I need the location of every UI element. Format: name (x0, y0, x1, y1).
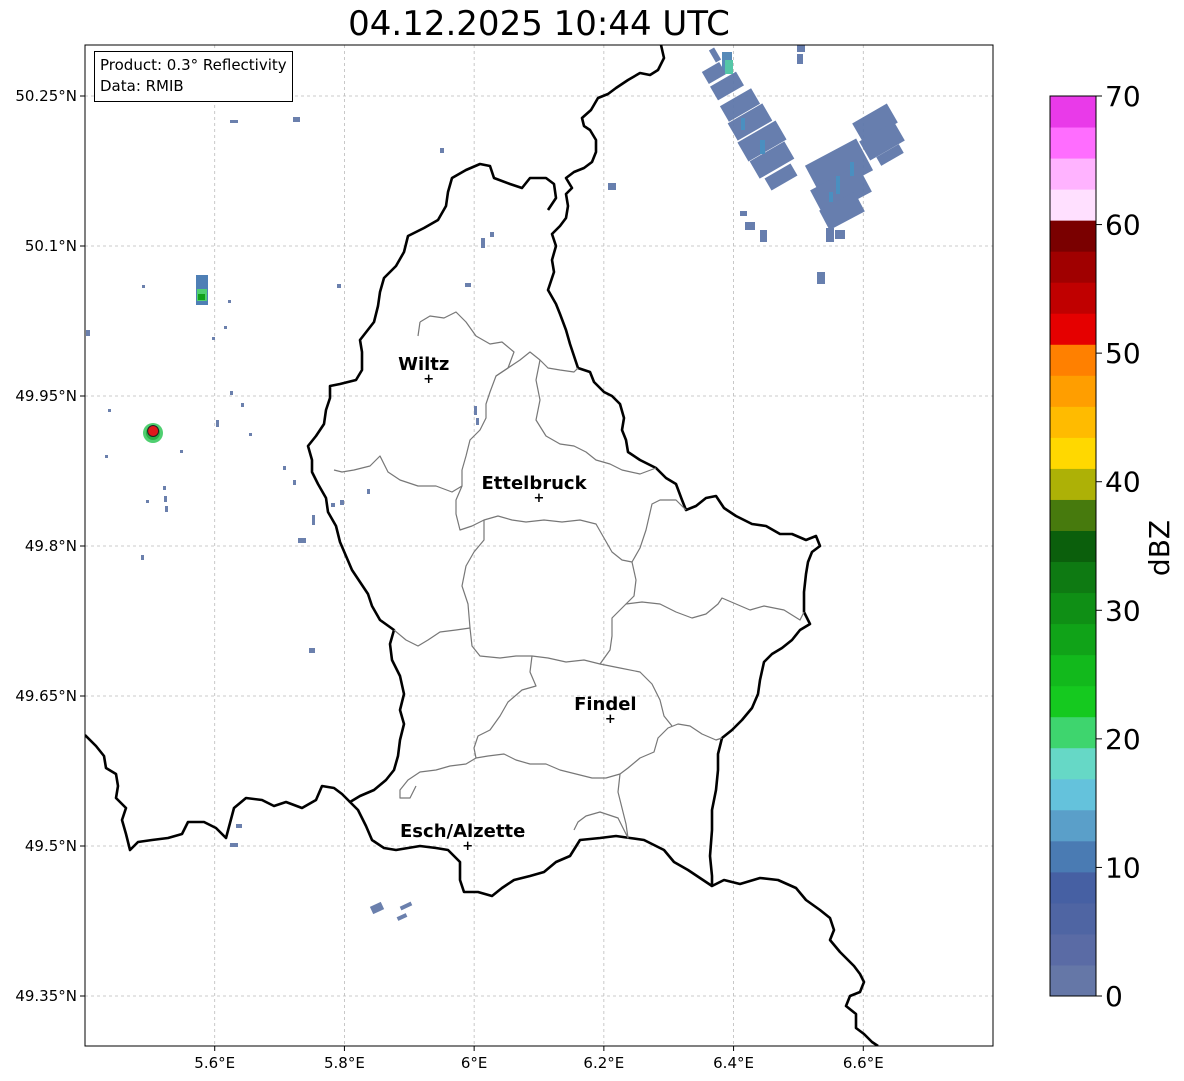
city-label: Wiltz (398, 354, 449, 375)
colorbar-segment (1050, 499, 1096, 531)
y-tick-label: 49.35°N (15, 987, 77, 1005)
colorbar-segment (1050, 530, 1096, 563)
colorbar-segment (1050, 313, 1096, 345)
colorbar-segment (1050, 592, 1096, 625)
colorbar: 0 10 20 30 40 50 60 70 (1049, 80, 1141, 1013)
city-label: Findel (574, 694, 637, 715)
colorbar-tick-label: 30 (1105, 594, 1141, 627)
colorbar-segment (1050, 468, 1096, 500)
colorbar-segment (1050, 96, 1096, 128)
colorbar-segment (1050, 158, 1096, 190)
colorbar-segment (1050, 747, 1096, 780)
colorbar-segment (1050, 840, 1096, 873)
colorbar-label: dBZ (1143, 520, 1176, 576)
colorbar-tick-label: 0 (1105, 980, 1123, 1013)
colorbar-segment (1050, 437, 1096, 469)
product-info-box: Product: 0.3° Reflectivity Data: RMIB (94, 51, 293, 102)
colorbar-segment (1050, 933, 1096, 966)
colorbar-tick-label: 10 (1105, 851, 1141, 884)
x-axis: 5.6°E 5.8°E 6°E 6.2°E 6.4°E 6.6°E (194, 1046, 884, 1072)
colorbar-segment (1050, 561, 1096, 594)
product-label: Product: 0.3° Reflectivity (100, 56, 287, 74)
colorbar-segment (1050, 127, 1096, 159)
x-tick-label: 6.6°E (843, 1054, 884, 1072)
y-tick-label: 49.65°N (15, 687, 77, 705)
colorbar-segment (1050, 282, 1096, 314)
colorbar-tick-label: 70 (1105, 80, 1141, 113)
city-label: Ettelbruck (481, 473, 587, 494)
y-tick-label: 50.25°N (15, 87, 77, 105)
x-tick-label: 6°E (461, 1054, 488, 1072)
colorbar-segment (1050, 344, 1096, 376)
y-tick-label: 50.1°N (25, 237, 77, 255)
y-tick-label: 49.8°N (25, 537, 77, 555)
colorbar-segment (1050, 716, 1096, 749)
y-tick-label: 49.5°N (25, 837, 77, 855)
colorbar-segment (1050, 778, 1096, 811)
city-label: Esch/Alzette (400, 821, 525, 842)
colorbar-segment (1050, 220, 1096, 252)
y-axis: 50.25°N 50.1°N 49.95°N 49.8°N 49.65°N 49.5°N 4… (15, 87, 85, 1005)
colorbar-segment (1050, 189, 1096, 221)
data-source-label: Data: RMIB (100, 77, 184, 95)
colorbar-tick-label: 50 (1105, 337, 1141, 370)
colorbar-segment (1050, 251, 1096, 283)
x-tick-label: 5.6°E (194, 1054, 235, 1072)
colorbar-segment (1050, 654, 1096, 687)
colorbar-segment (1050, 964, 1096, 997)
colorbar-segment (1050, 685, 1096, 718)
colorbar-segment (1050, 902, 1096, 935)
colorbar-tick-label: 40 (1105, 466, 1141, 499)
y-tick-label: 49.95°N (15, 387, 77, 405)
colorbar-segment (1050, 406, 1096, 438)
radar-map: 5.6°E 5.8°E 6°E 6.2°E 6.4°E 6.6°E 50.25°N 50.1… (15, 44, 1176, 1072)
colorbar-tick-label: 60 (1105, 209, 1141, 242)
colorbar-segment (1050, 871, 1096, 904)
radar-site-marker (147, 425, 160, 437)
x-tick-label: 6.4°E (713, 1054, 754, 1072)
x-tick-label: 5.8°E (324, 1054, 365, 1072)
colorbar-tick-label: 20 (1105, 723, 1141, 756)
x-tick-label: 6.2°E (583, 1054, 624, 1072)
colorbar-segment (1050, 809, 1096, 842)
colorbar-segment (1050, 375, 1096, 407)
colorbar-segment (1050, 623, 1096, 656)
